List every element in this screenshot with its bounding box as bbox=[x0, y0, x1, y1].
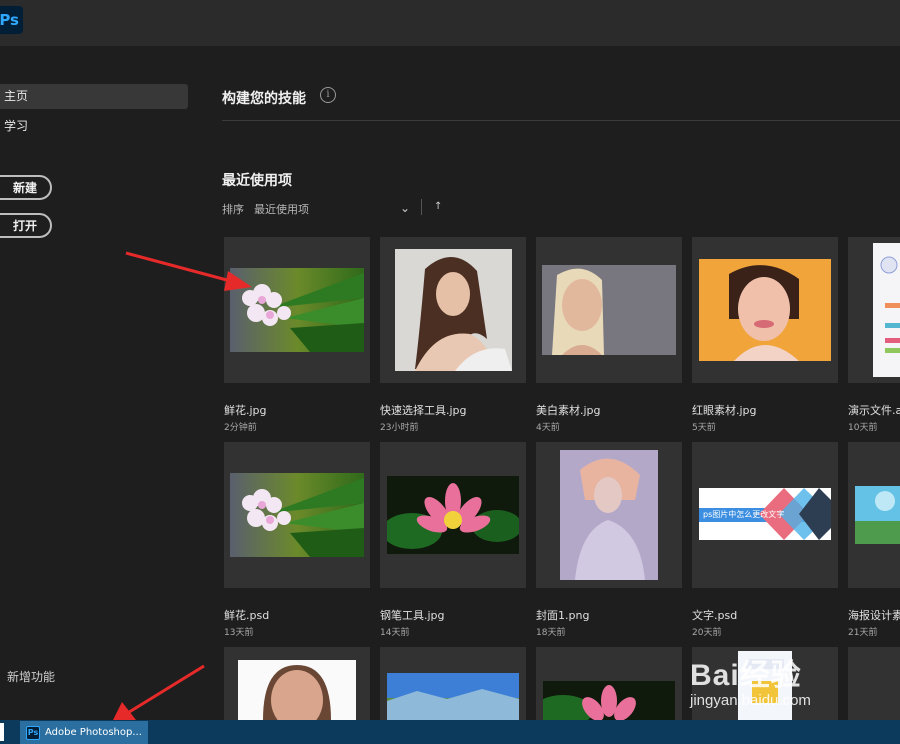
thumb-caption: ps图片中怎么更改文字 bbox=[703, 510, 785, 519]
painting-thumbnail bbox=[560, 450, 658, 580]
taskbar-photoshop-button[interactable]: Ps Adobe Photoshop... bbox=[20, 721, 148, 744]
recent-file-tile[interactable] bbox=[380, 442, 526, 588]
file-name[interactable]: 快速选择工具.jpg bbox=[380, 402, 467, 418]
taskbar-edge bbox=[0, 723, 4, 741]
file-name[interactable]: 文字.psd bbox=[692, 607, 737, 623]
photoshop-home-window: Ps 主页 学习 新建 打开 新增功能 构建您的技能 i 最近使用项 排序 最近… bbox=[0, 0, 900, 726]
file-time: 18天前 bbox=[536, 628, 566, 638]
photoshop-icon: Ps bbox=[26, 725, 40, 740]
file-time: 21天前 bbox=[848, 628, 878, 638]
recent-file-tile[interactable] bbox=[848, 237, 900, 383]
recent-file-tile[interactable] bbox=[692, 237, 838, 383]
document-thumbnail bbox=[738, 651, 792, 720]
sort-separator bbox=[421, 199, 422, 215]
file-time: 23小时前 bbox=[380, 423, 419, 433]
flower-thumbnail bbox=[230, 268, 364, 352]
recent-file-tile[interactable] bbox=[536, 647, 682, 720]
landscape-thumbnail bbox=[387, 673, 519, 720]
taskbar: Ps Adobe Photoshop... bbox=[0, 720, 900, 744]
poster-thumbnail bbox=[855, 486, 900, 544]
whats-new-link[interactable]: 新增功能 bbox=[7, 668, 55, 685]
file-time: 10天前 bbox=[848, 423, 878, 433]
file-time: 4天前 bbox=[536, 423, 560, 433]
sidebar: 主页 学习 新建 打开 新增功能 bbox=[0, 46, 200, 720]
sort-label: 排序 bbox=[222, 203, 244, 216]
recent-file-tile[interactable] bbox=[692, 647, 838, 720]
recent-file-tile[interactable] bbox=[848, 647, 900, 720]
sort-dropdown[interactable]: 最近使用项 bbox=[254, 201, 309, 217]
file-name[interactable]: 鲜花.jpg bbox=[224, 402, 267, 418]
recent-file-tile[interactable] bbox=[848, 442, 900, 588]
presentation-thumbnail bbox=[873, 243, 900, 377]
file-name[interactable]: 封面1.png bbox=[536, 607, 589, 623]
sidebar-item-learn[interactable]: 学习 bbox=[0, 114, 188, 139]
file-time: 5天前 bbox=[692, 423, 716, 433]
recent-file-tile[interactable] bbox=[224, 442, 370, 588]
recent-file-tile[interactable] bbox=[224, 647, 370, 720]
file-time: 13天前 bbox=[224, 628, 254, 638]
skills-section-title: 构建您的技能 bbox=[222, 91, 306, 107]
recent-file-tile[interactable] bbox=[536, 442, 682, 588]
photoshop-logo[interactable]: Ps bbox=[0, 6, 23, 34]
recent-file-tile[interactable] bbox=[224, 237, 370, 383]
open-button[interactable]: 打开 bbox=[0, 213, 52, 238]
file-name[interactable]: 演示文件.a bbox=[848, 402, 900, 418]
recent-file-tile[interactable]: ps图片中怎么更改文字 bbox=[692, 442, 838, 588]
file-name[interactable]: 红眼素材.jpg bbox=[692, 402, 757, 418]
flower-thumbnail bbox=[230, 473, 364, 557]
file-name[interactable]: 海报设计素 bbox=[848, 607, 900, 623]
file-time: 20天前 bbox=[692, 628, 722, 638]
sidebar-item-home[interactable]: 主页 bbox=[0, 84, 188, 109]
info-icon[interactable]: i bbox=[320, 87, 336, 103]
recent-file-tile[interactable] bbox=[536, 237, 682, 383]
portrait-thumbnail bbox=[395, 249, 512, 371]
new-button[interactable]: 新建 bbox=[0, 175, 52, 200]
recent-file-tile[interactable] bbox=[380, 237, 526, 383]
portrait-thumbnail bbox=[699, 259, 831, 361]
file-name[interactable]: 美白素材.jpg bbox=[536, 402, 601, 418]
top-bar: Ps bbox=[0, 0, 900, 46]
text-thumbnail: ps图片中怎么更改文字 bbox=[699, 488, 831, 540]
portrait-thumbnail bbox=[542, 265, 676, 355]
portrait-thumbnail bbox=[238, 660, 356, 720]
recent-file-tile[interactable] bbox=[380, 647, 526, 720]
file-name[interactable]: 钢笔工具.jpg bbox=[380, 607, 445, 623]
taskbar-app-label: Adobe Photoshop... bbox=[45, 727, 142, 738]
file-time: 2分钟前 bbox=[224, 423, 257, 433]
chevron-down-icon[interactable]: ⌄ bbox=[400, 201, 410, 215]
lotus-thumbnail bbox=[387, 476, 519, 554]
sort-direction-icon[interactable]: ↑ bbox=[434, 201, 442, 212]
section-divider bbox=[222, 120, 900, 121]
lotus-thumbnail bbox=[543, 681, 675, 720]
recent-section-title: 最近使用项 bbox=[222, 173, 292, 189]
file-time: 14天前 bbox=[380, 628, 410, 638]
file-name[interactable]: 鲜花.psd bbox=[224, 607, 269, 623]
